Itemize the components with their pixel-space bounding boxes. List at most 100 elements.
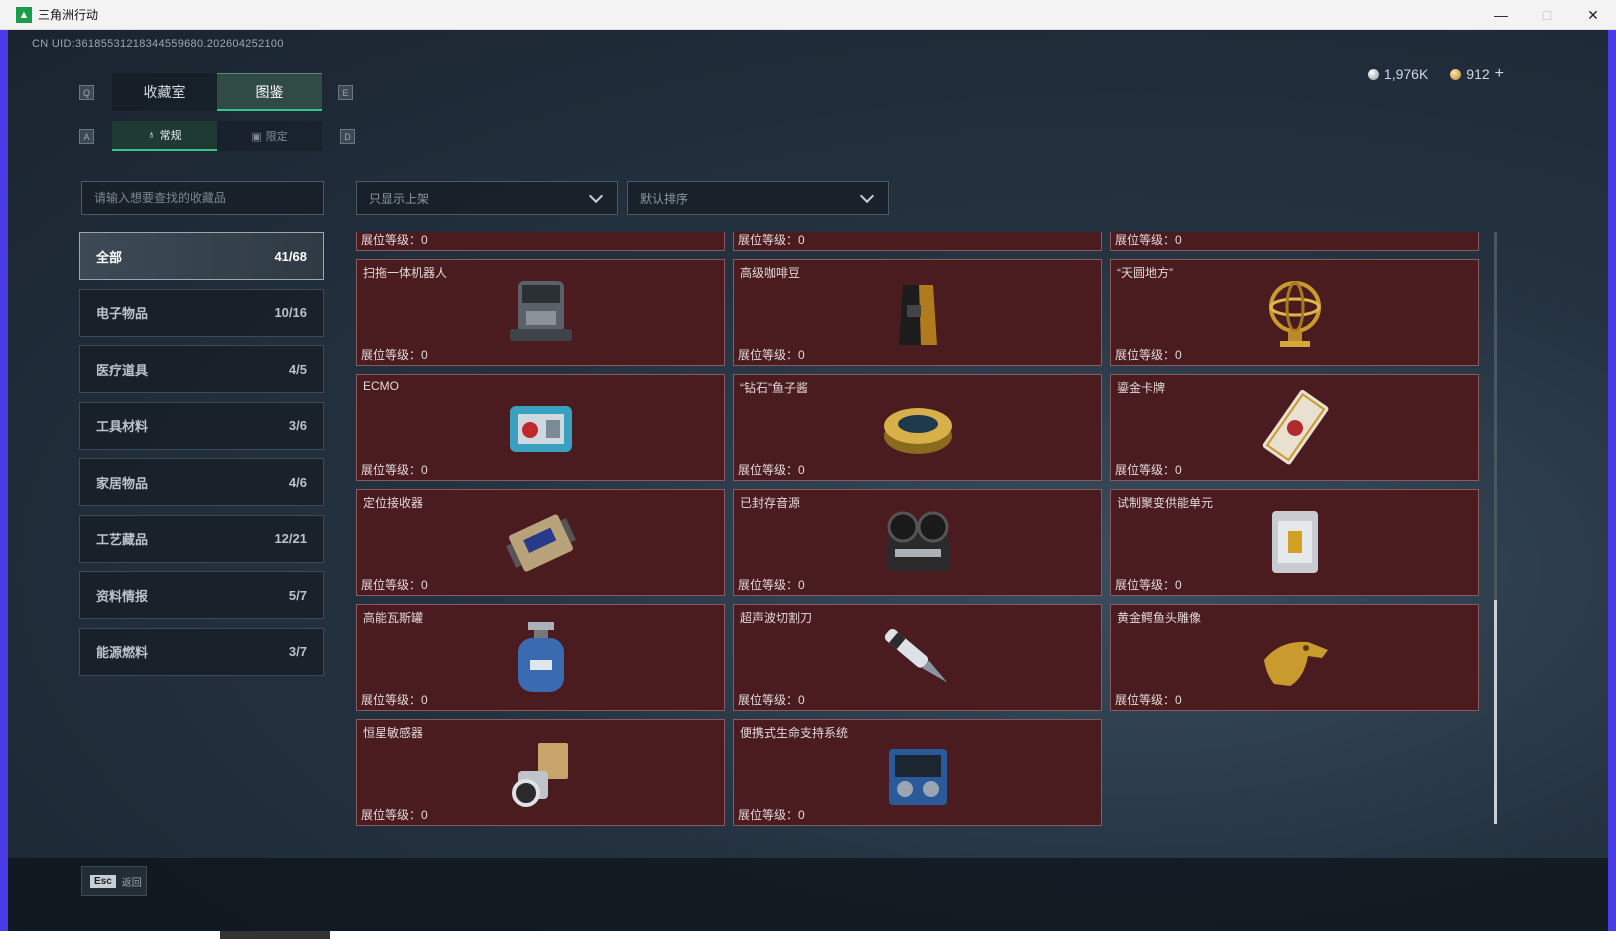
card-level: 展位等级：0 (1115, 693, 1182, 707)
collection-card[interactable]: “天圆地方” 展位等级：0 (1110, 259, 1479, 366)
collection-card[interactable]: 定位接收器展位等级：0 (356, 489, 725, 596)
esc-key-icon: Esc (90, 874, 116, 888)
limited-icon: ▣ (251, 130, 262, 143)
card-name: ECMO (363, 379, 399, 393)
collection-card[interactable]: 恒星敏感器 展位等级：0 (356, 719, 725, 826)
back-button[interactable]: Esc 返回 (81, 866, 147, 896)
ultrasonic-cutter-icon (873, 616, 963, 700)
card-name: 试制聚变供能单元 (1117, 496, 1214, 510)
subtab-regular-label: 常规 (159, 130, 182, 142)
minimize-button[interactable]: — (1478, 0, 1524, 30)
back-label: 返回 (121, 877, 142, 889)
collection-card[interactable]: 便携式生命支持系统 展位等级：0 (733, 719, 1102, 826)
card-level: 展位等级：0 (361, 693, 428, 707)
card-name: 恒星敏感器 (363, 726, 424, 740)
category-item[interactable]: 能源燃料 3/7 (79, 627, 324, 676)
sort-dropdown[interactable]: 默认排序 (627, 181, 889, 215)
main-tabs: 收藏室 图鉴 (112, 73, 322, 111)
category-item[interactable]: 工艺藏品 12/21 (79, 514, 324, 563)
silver-amount: 1,976K (1383, 66, 1429, 82)
collection-card[interactable]: 鎏金卡牌展位等级：0 (1110, 374, 1479, 481)
category-count: 5/7 (288, 587, 307, 603)
gilded-card-icon (1250, 386, 1340, 470)
category-item[interactable]: 家居物品 4/6 (79, 458, 324, 506)
card-level: 展位等级：0 (1115, 463, 1182, 477)
card-name: “天圆地方” (1117, 266, 1173, 280)
window-title: 三角洲行动 (38, 8, 99, 22)
card-name: 定位接收器 (363, 496, 424, 510)
card-name: 已封存音源 (740, 496, 801, 510)
category-count: 12/21 (274, 531, 307, 546)
category-label: 能源燃料 (96, 645, 149, 660)
armillary-sphere-icon (1250, 271, 1340, 355)
gas-cylinder-icon (496, 616, 586, 700)
search-input[interactable] (81, 181, 324, 215)
tab-collection-room[interactable]: 收藏室 (112, 73, 217, 111)
partial-item-icon (496, 232, 586, 240)
collection-card[interactable]: ECMO 展位等级：0 (356, 374, 725, 481)
star-sensor-icon (496, 731, 586, 815)
category-label: 工具材料 (96, 419, 149, 434)
game-viewport: CN UID:36185531218344559680.202604252100… (8, 30, 1608, 931)
category-count: 41/68 (274, 248, 307, 264)
collection-card[interactable]: 扫拖一体机器人 展位等级：0 (356, 259, 725, 366)
window-titlebar: ▲ 三角洲行动 — □ ✕ (0, 0, 1616, 30)
subtab-regular[interactable]: ♁ 常规 (112, 121, 217, 151)
card-name: 高级咖啡豆 (740, 266, 801, 280)
category-count: 3/6 (288, 418, 307, 433)
sort-value: 默认排序 (640, 191, 689, 206)
add-currency-button[interactable]: + (1495, 65, 1504, 83)
card-level: 展位等级：0 (738, 578, 805, 592)
card-level: 展位等级：0 (361, 233, 428, 247)
category-item[interactable]: 医疗道具 4/5 (79, 345, 324, 393)
key-hint-prev-tab: Q (79, 85, 94, 100)
key-hint-next-subtab: D (340, 129, 355, 144)
gold-crocodile-icon (1250, 616, 1340, 700)
card-name: 鎏金卡牌 (1117, 381, 1166, 395)
close-button[interactable]: ✕ (1570, 0, 1616, 30)
category-item[interactable]: 资料情报 5/7 (79, 571, 324, 619)
collection-card[interactable]: 高能瓦斯罐展位等级：0 (356, 604, 725, 711)
display-filter-dropdown[interactable]: 只显示上架 (356, 181, 618, 215)
collection-card[interactable]: 已封存音源展位等级：0 (733, 489, 1102, 596)
category-item[interactable]: 全部 41/68 (79, 232, 324, 280)
collection-card[interactable]: 展位等级：0 (356, 232, 725, 251)
collection-card[interactable]: “钻石”鱼子酱 展位等级：0 (733, 374, 1102, 481)
robot-vacuum-icon (496, 271, 586, 355)
category-item[interactable]: 工具材料 3/6 (79, 401, 324, 450)
silver-coin-icon (1367, 68, 1379, 80)
category-label: 电子物品 (96, 306, 149, 321)
collection-card[interactable]: 高级咖啡豆 展位等级：0 (733, 259, 1102, 366)
collection-card[interactable]: 试制聚变供能单元 展位等级：0 (1110, 489, 1479, 596)
scrollbar-thumb[interactable] (1494, 600, 1497, 824)
gps-receiver-icon (496, 501, 586, 585)
category-item[interactable]: 电子物品 10/16 (79, 288, 324, 337)
subtab-limited-label: 限定 (265, 131, 288, 143)
collection-card[interactable]: 超声波切割刀 展位等级：0 (733, 604, 1102, 711)
card-level: 展位等级：0 (738, 808, 805, 822)
grid-scrollbar[interactable] (1494, 232, 1497, 824)
card-name: 黄金鳄鱼头雕像 (1117, 611, 1202, 625)
fusion-cell-icon (1250, 501, 1340, 585)
card-name: 高能瓦斯罐 (363, 611, 424, 625)
collection-card[interactable]: 展位等级：0 (733, 232, 1102, 251)
gold-currency: 912 + (1450, 65, 1504, 83)
card-level: 展位等级：0 (361, 578, 428, 592)
card-level: 展位等级：0 (738, 233, 805, 247)
category-label: 资料情报 (96, 588, 149, 604)
collection-grid: 展位等级：0 展位等级：0 展位等级：0 扫拖一体机器人 展位等级：0 高级咖啡豆 展位等级… (356, 232, 1490, 854)
category-label: 家居物品 (96, 475, 149, 491)
card-level: 展位等级：0 (1115, 578, 1182, 592)
tab-catalog[interactable]: 图鉴 (217, 73, 322, 111)
subtab-limited[interactable]: ▣ 限定 (217, 121, 322, 151)
partial-item-icon (873, 232, 963, 240)
ecmo-machine-icon (496, 386, 586, 470)
tape-recorder-icon (873, 501, 963, 585)
collection-card[interactable]: 展位等级：0 (1110, 232, 1479, 251)
category-label: 工艺藏品 (96, 532, 149, 547)
collection-card[interactable]: 黄金鳄鱼头雕像 展位等级：0 (1110, 604, 1479, 711)
maximize-button[interactable]: □ (1524, 0, 1570, 30)
card-name: 便携式生命支持系统 (740, 726, 849, 740)
partial-item-icon (1250, 232, 1340, 240)
card-level: 展位等级：0 (361, 348, 428, 362)
